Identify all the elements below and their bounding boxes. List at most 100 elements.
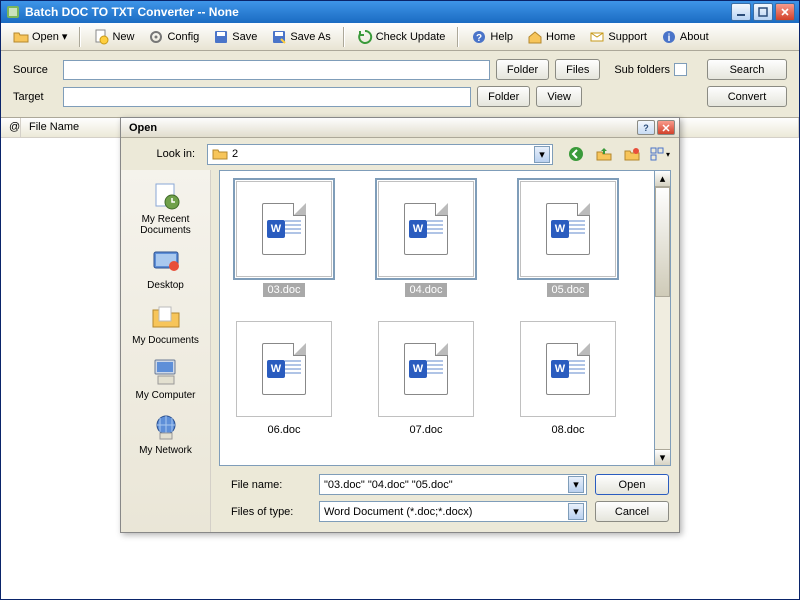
save-button[interactable]: Save	[207, 26, 263, 48]
gear-icon	[148, 29, 164, 45]
col-at[interactable]: @	[1, 118, 21, 137]
word-doc-icon: W	[404, 203, 448, 255]
app-icon	[5, 4, 21, 20]
file-item[interactable]: W 06.doc	[228, 321, 340, 437]
file-name-label: 08.doc	[547, 423, 588, 437]
target-input[interactable]	[63, 87, 471, 107]
minimize-button[interactable]	[731, 3, 751, 21]
file-item[interactable]: W 07.doc	[370, 321, 482, 437]
scrollbar[interactable]: ▴ ▾	[655, 170, 671, 466]
lookin-combo[interactable]: 2 ▾	[207, 144, 553, 165]
place-mycomputer[interactable]: My Computer	[126, 354, 206, 403]
dropdown-arrow-icon: ▾	[62, 30, 68, 43]
source-files-button[interactable]: Files	[555, 59, 600, 80]
open-button[interactable]: Open ▾	[7, 26, 73, 48]
subfolders-checkbox[interactable]	[674, 63, 687, 76]
word-doc-icon: W	[546, 203, 590, 255]
new-folder-button[interactable]	[621, 143, 643, 165]
dialog-title: Open	[125, 122, 637, 134]
new-button[interactable]: New	[87, 26, 140, 48]
save-as-icon	[271, 29, 287, 45]
mydocs-icon	[150, 301, 182, 333]
svg-text:i: i	[668, 33, 671, 44]
scroll-down-button[interactable]: ▾	[655, 449, 670, 465]
file-thumbnail: W	[378, 181, 474, 277]
view-menu-button[interactable]: ▾	[649, 143, 671, 165]
support-button[interactable]: Support	[583, 26, 653, 48]
back-button[interactable]	[565, 143, 587, 165]
file-name-label: 05.doc	[547, 283, 588, 297]
place-mynetwork[interactable]: My Network	[126, 409, 206, 458]
recent-icon	[150, 180, 182, 212]
target-folder-button[interactable]: Folder	[477, 86, 530, 107]
file-thumbnail: W	[236, 321, 332, 417]
file-item[interactable]: W 04.doc	[370, 181, 482, 297]
file-name-label: 06.doc	[263, 423, 304, 437]
saveas-button[interactable]: Save As	[265, 26, 336, 48]
about-button[interactable]: i About	[655, 26, 715, 48]
file-thumbnail: W	[520, 181, 616, 277]
home-icon	[527, 29, 543, 45]
update-icon	[357, 29, 373, 45]
word-doc-icon: W	[404, 343, 448, 395]
file-pane[interactable]: W 03.doc W 04.doc W 05.doc W 06.doc W 07…	[219, 170, 655, 466]
config-button[interactable]: Config	[142, 26, 205, 48]
source-folder-button[interactable]: Folder	[496, 59, 549, 80]
scroll-thumb[interactable]	[655, 187, 670, 297]
scroll-up-button[interactable]: ▴	[655, 171, 670, 187]
dialog-close-button[interactable]	[657, 120, 675, 135]
word-doc-icon: W	[546, 343, 590, 395]
place-label: My Network	[126, 445, 206, 456]
close-button[interactable]	[775, 3, 795, 21]
place-label: Desktop	[126, 280, 206, 291]
subfolders-label: Sub folders	[614, 64, 670, 76]
up-button[interactable]	[593, 143, 615, 165]
home-button[interactable]: Home	[521, 26, 581, 48]
lookin-label: Look in:	[121, 148, 201, 160]
source-input[interactable]	[63, 60, 490, 80]
folder-icon	[212, 146, 228, 162]
place-mydocs[interactable]: My Documents	[126, 299, 206, 348]
place-label: My Documents	[126, 335, 206, 346]
source-target-panel: Source Folder Files Sub folders Search T…	[1, 51, 799, 117]
computer-icon	[150, 356, 182, 388]
place-recent[interactable]: My Recent Documents	[126, 178, 206, 238]
help-button[interactable]: ? Help	[465, 26, 519, 48]
target-view-button[interactable]: View	[536, 86, 582, 107]
toolbar: Open ▾ New Config Save Save As Check Upd…	[1, 23, 799, 51]
check-update-button[interactable]: Check Update	[351, 26, 452, 48]
dialog-open-button[interactable]: Open	[595, 474, 669, 495]
file-item[interactable]: W 03.doc	[228, 181, 340, 297]
file-thumbnail: W	[378, 321, 474, 417]
file-item[interactable]: W 05.doc	[512, 181, 624, 297]
dialog-cancel-button[interactable]: Cancel	[595, 501, 669, 522]
filename-label: File name:	[231, 479, 311, 491]
svg-text:?: ?	[476, 33, 482, 44]
search-button[interactable]: Search	[707, 59, 787, 80]
dropdown-arrow-icon[interactable]: ▾	[568, 503, 584, 520]
open-folder-icon	[13, 29, 29, 45]
dialog-help-button[interactable]: ?	[637, 120, 655, 135]
target-label: Target	[13, 91, 57, 103]
dropdown-arrow-icon[interactable]: ▾	[534, 146, 550, 163]
place-desktop[interactable]: Desktop	[126, 244, 206, 293]
open-dialog: Open ? Look in: 2 ▾ ▾	[120, 117, 680, 533]
new-doc-icon	[93, 29, 109, 45]
filename-combo[interactable]: "03.doc" "04.doc" "05.doc" ▾	[319, 474, 587, 495]
window-title: Batch DOC TO TXT Converter -- None	[25, 5, 731, 19]
maximize-button[interactable]	[753, 3, 773, 21]
word-doc-icon: W	[262, 343, 306, 395]
file-item[interactable]: W 08.doc	[512, 321, 624, 437]
info-icon: i	[661, 29, 677, 45]
file-thumbnail: W	[520, 321, 616, 417]
file-name-label: 04.doc	[405, 283, 446, 297]
file-name-label: 07.doc	[405, 423, 446, 437]
help-icon: ?	[471, 29, 487, 45]
support-icon	[589, 29, 605, 45]
places-bar: My Recent Documents Desktop My Documents…	[121, 170, 211, 532]
filetype-combo[interactable]: Word Document (*.doc;*.docx) ▾	[319, 501, 587, 522]
dropdown-arrow-icon[interactable]: ▾	[568, 476, 584, 493]
convert-button[interactable]: Convert	[707, 86, 787, 107]
filetype-value: Word Document (*.doc;*.docx)	[324, 506, 564, 518]
file-thumbnail: W	[236, 181, 332, 277]
